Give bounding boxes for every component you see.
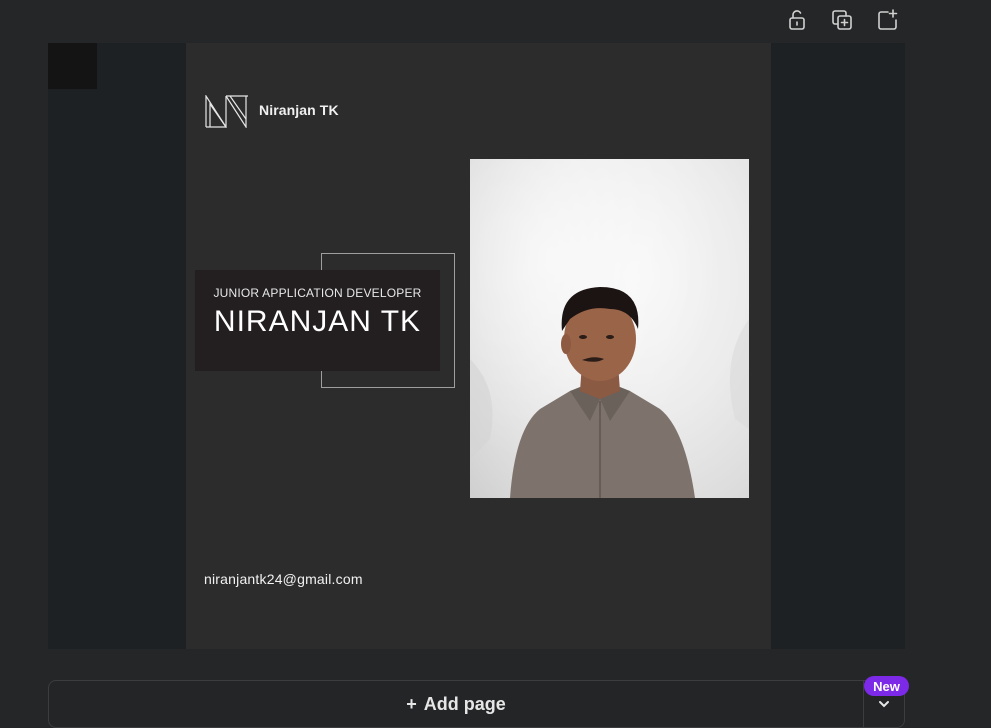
add-page-icon xyxy=(878,9,898,30)
add-page-button[interactable]: + Add page xyxy=(49,681,863,727)
title-card: JUNIOR APPLICATION DEVELOPER NIRANJAN TK xyxy=(195,270,440,371)
canvas-corner-block xyxy=(48,43,97,89)
add-page-toolbar-button[interactable] xyxy=(873,6,901,34)
job-title: JUNIOR APPLICATION DEVELOPER xyxy=(213,286,422,300)
duplicate-page-button[interactable] xyxy=(828,6,856,34)
email-address: niranjantk24@gmail.com xyxy=(204,571,363,587)
unlock-button[interactable] xyxy=(783,6,811,34)
portrait-image xyxy=(470,159,749,498)
logo-icon xyxy=(205,95,248,128)
duplicate-page-icon xyxy=(832,10,852,30)
editor-stage: Niranjan TK JUNIOR APPLICATION DEVELOPER… xyxy=(0,0,991,728)
add-page-label: Add page xyxy=(423,693,506,714)
profile-photo[interactable] xyxy=(470,159,749,498)
unlock-icon xyxy=(789,10,805,30)
person-name: NIRANJAN TK xyxy=(213,305,422,338)
brand-name: Niranjan TK xyxy=(259,102,339,118)
new-badge: New xyxy=(864,676,909,696)
plus-icon: + xyxy=(406,694,417,714)
chevron-down-icon xyxy=(879,701,889,708)
add-page-bar: + Add page xyxy=(48,680,905,728)
